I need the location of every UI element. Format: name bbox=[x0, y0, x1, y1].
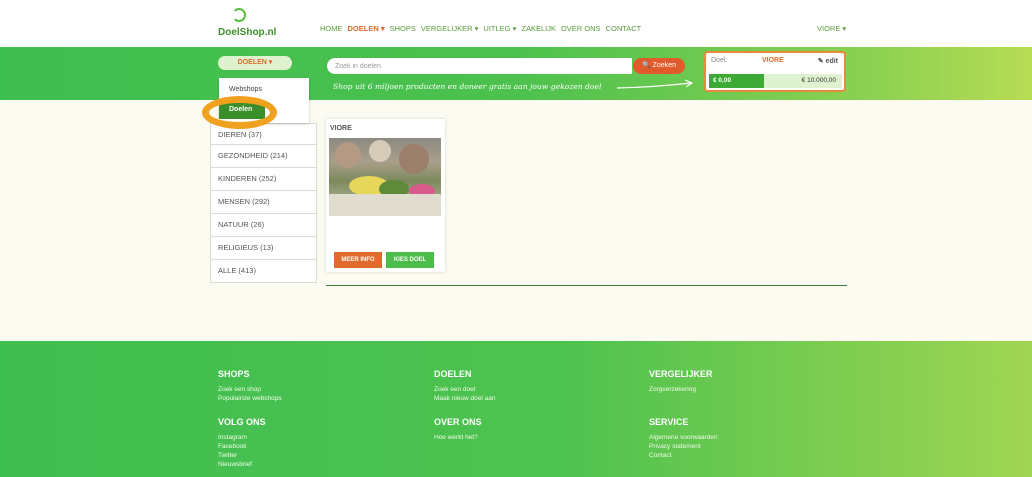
footer-over-ons: OVER ONS Hoe werkt het? bbox=[434, 417, 482, 442]
footer-heading: VERGELIJKER bbox=[649, 369, 713, 379]
footer-link[interactable]: Contact bbox=[649, 451, 718, 460]
nav-uitleg[interactable]: UITLEG ▾ bbox=[483, 24, 516, 33]
card-title: VIORE bbox=[330, 125, 352, 132]
footer-link[interactable]: Instagram bbox=[218, 433, 266, 442]
doelen-dropdown-menu: Webshops Doelen bbox=[219, 78, 309, 123]
footer-link[interactable]: Hoe werkt het? bbox=[434, 433, 482, 442]
nav-zakelijk[interactable]: ZAKELIJK bbox=[521, 24, 556, 33]
dropdown-item-doelen[interactable]: Doelen bbox=[219, 101, 265, 119]
category-item[interactable]: GEZONDHEID (214) bbox=[210, 145, 317, 168]
footer-shops: SHOPS Zoek een shop Populairste webshops bbox=[218, 369, 282, 403]
user-menu[interactable]: VIORE ▾ bbox=[817, 24, 846, 33]
footer-heading: DOELEN bbox=[434, 369, 472, 379]
footer-link[interactable]: Facebook bbox=[218, 442, 266, 451]
footer-doelen: DOELEN Zoek een doel Maak nieuw doel aan bbox=[434, 369, 495, 403]
logo[interactable]: DoelShop.nl bbox=[218, 8, 288, 44]
search-input[interactable] bbox=[327, 58, 632, 74]
goal-progress-bar: € 0,00 € 10.000,00 bbox=[709, 74, 842, 88]
nav-shops[interactable]: SHOPS bbox=[390, 24, 416, 33]
footer-link[interactable]: Algemene voorwaarden bbox=[649, 433, 718, 442]
footer-heading: VOLG ONS bbox=[218, 417, 266, 427]
tagline: Shop uit 6 miljoen producten en doneer g… bbox=[333, 82, 602, 91]
nav-vergelijker[interactable]: VERGELIJKER ▾ bbox=[421, 24, 479, 33]
site-footer: SHOPS Zoek een shop Populairste webshops… bbox=[0, 341, 1032, 477]
logo-text: DoelShop.nl bbox=[218, 27, 277, 38]
goal-card: VIORE MEER INFO KIES DOEL bbox=[326, 119, 445, 272]
meer-info-button[interactable]: MEER INFO bbox=[334, 252, 382, 268]
goal-name: VIORE bbox=[762, 57, 784, 64]
footer-link[interactable]: Privacy statement bbox=[649, 442, 718, 451]
footer-heading: SHOPS bbox=[218, 369, 250, 379]
category-item[interactable]: RELIGIEUS (13) bbox=[210, 237, 317, 260]
goal-label: Doel: bbox=[711, 57, 728, 64]
footer-link[interactable]: Maak nieuw doel aan bbox=[434, 394, 495, 403]
footer-link[interactable]: Zorgverzekering bbox=[649, 385, 713, 394]
nav-doelen[interactable]: DOELEN ▾ bbox=[348, 24, 385, 33]
footer-link[interactable]: Populairste webshops bbox=[218, 394, 282, 403]
goal-current-amount: € 0,00 bbox=[713, 77, 732, 84]
footer-link[interactable]: Twitter bbox=[218, 451, 266, 460]
footer-heading: SERVICE bbox=[649, 417, 689, 427]
footer-link[interactable]: Zoek een shop bbox=[218, 385, 282, 394]
search-band: DOELEN ▾ 🔍 Zoeken Shop uit 6 miljoen pro… bbox=[0, 47, 1032, 100]
category-item[interactable]: KINDEREN (252) bbox=[210, 168, 317, 191]
dropdown-item-webshops[interactable]: Webshops bbox=[219, 81, 309, 99]
category-item[interactable]: MENSEN (292) bbox=[210, 191, 317, 214]
footer-vergelijker: VERGELIJKER Zorgverzekering bbox=[649, 369, 713, 394]
nav-over-ons[interactable]: OVER ONS bbox=[561, 24, 601, 33]
category-item[interactable]: NATUUR (26) bbox=[210, 214, 317, 237]
category-list: DIEREN (37) GEZONDHEID (214) KINDEREN (2… bbox=[210, 123, 317, 283]
goal-widget: Doel: VIORE ✎ edit € 0,00 € 10.000,00 bbox=[704, 51, 846, 92]
search-button[interactable]: 🔍 Zoeken bbox=[633, 58, 685, 74]
footer-link[interactable]: Nieuwsbrief bbox=[218, 460, 266, 469]
footer-volg-ons: VOLG ONS Instagram Facebook Twitter Nieu… bbox=[218, 417, 266, 469]
card-image bbox=[329, 138, 441, 216]
arrow-icon bbox=[616, 79, 694, 89]
goal-edit-link[interactable]: ✎ edit bbox=[818, 57, 838, 65]
kies-doel-button[interactable]: KIES DOEL bbox=[386, 252, 434, 268]
nav-contact[interactable]: CONTACT bbox=[606, 24, 642, 33]
category-item[interactable]: ALLE (413) bbox=[210, 260, 317, 283]
site-header: DoelShop.nl HOME DOELEN ▾ SHOPS VERGELIJ… bbox=[0, 0, 1032, 47]
nav-home[interactable]: HOME bbox=[320, 24, 343, 33]
doelen-dropdown-button[interactable]: DOELEN ▾ bbox=[218, 56, 292, 70]
goal-target-amount: € 10.000,00 bbox=[801, 77, 836, 84]
footer-heading: OVER ONS bbox=[434, 417, 482, 427]
logo-icon bbox=[232, 8, 246, 22]
footer-link[interactable]: Zoek een doel bbox=[434, 385, 495, 394]
divider bbox=[326, 285, 847, 286]
category-item[interactable]: DIEREN (37) bbox=[210, 123, 317, 145]
main-nav: HOME DOELEN ▾ SHOPS VERGELIJKER ▾ UITLEG… bbox=[320, 24, 641, 33]
footer-service: SERVICE Algemene voorwaarden Privacy sta… bbox=[649, 417, 718, 460]
